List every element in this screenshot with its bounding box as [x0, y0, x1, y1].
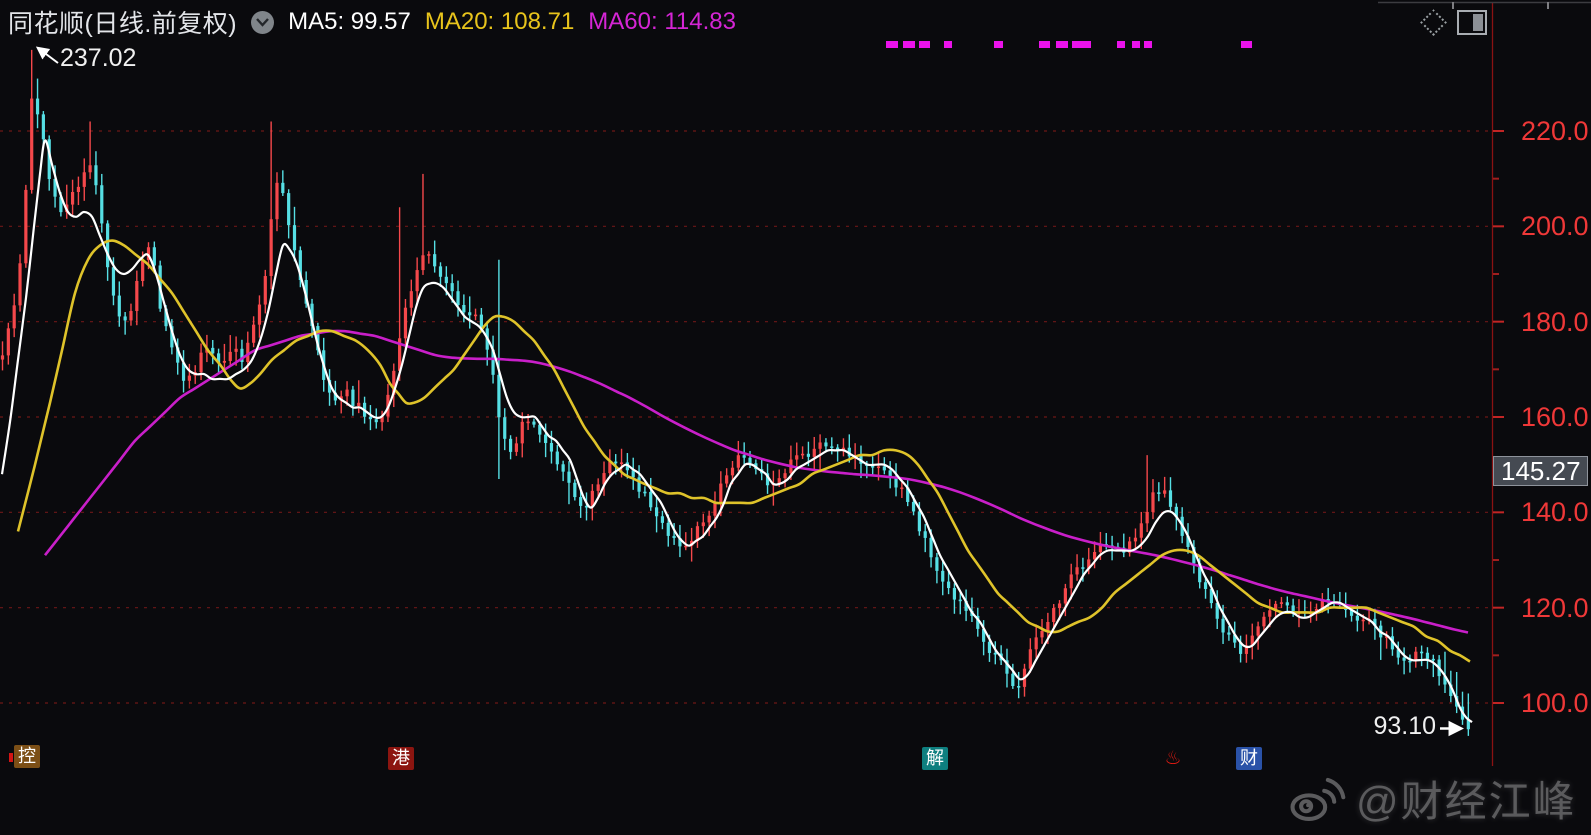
page-title: 同花顺(日线.前复权): [8, 4, 237, 40]
candles-layer: [1, 50, 1470, 736]
panel-fill: [1473, 14, 1483, 31]
axis-label-180: 180.0: [1521, 307, 1591, 338]
axis-ticks: [1493, 3, 1505, 766]
jie-icon[interactable]: 解: [922, 747, 948, 770]
stock-chart-app: 同花顺(日线.前复权) MA5: 99.57 MA20: 108.71 MA60…: [0, 0, 1591, 835]
axis-label-220: 220.0: [1521, 116, 1591, 147]
cai-icon[interactable]: 财: [1236, 747, 1262, 770]
candlestick-chart[interactable]: [0, 0, 1591, 835]
peak-price-annotation: 237.02: [60, 44, 136, 73]
kong-icon[interactable]: 控: [14, 745, 40, 768]
panel-layout-icon[interactable]: [1457, 10, 1487, 35]
watermark-text: @财经江峰: [1356, 768, 1577, 829]
chevron-down-icon[interactable]: [251, 11, 274, 34]
trough-price-annotation: 93.10: [1360, 712, 1436, 741]
chart-header: 同花顺(日线.前复权) MA5: 99.57 MA20: 108.71 MA60…: [8, 4, 736, 40]
watermark: @财经江峰: [1288, 768, 1577, 829]
hot-icon[interactable]: ♨: [1163, 749, 1183, 772]
gang-icon[interactable]: 港: [388, 747, 414, 770]
annotation-arrows: [38, 48, 1461, 729]
gridlines: [0, 131, 1491, 703]
axis-label-140: 140.0: [1521, 497, 1591, 528]
axis-label-100: 100.0: [1521, 688, 1591, 719]
event-marks: [886, 41, 1252, 48]
top-ruler: [1378, 2, 1591, 9]
weibo-icon: [1288, 775, 1346, 823]
axis-label-160: 160.0: [1521, 402, 1591, 433]
ma5-line: [2, 140, 1472, 722]
ma60-legend: MA60: 114.83: [588, 8, 736, 36]
ma20-legend: MA20: 108.71: [425, 8, 574, 36]
axis-label-200: 200.0: [1521, 211, 1591, 242]
current-price-badge: 145.27: [1493, 456, 1588, 486]
ma5-legend: MA5: 99.57: [288, 8, 411, 36]
red-tick-icon: [9, 753, 13, 762]
axis-label-120: 120.0: [1521, 593, 1591, 624]
